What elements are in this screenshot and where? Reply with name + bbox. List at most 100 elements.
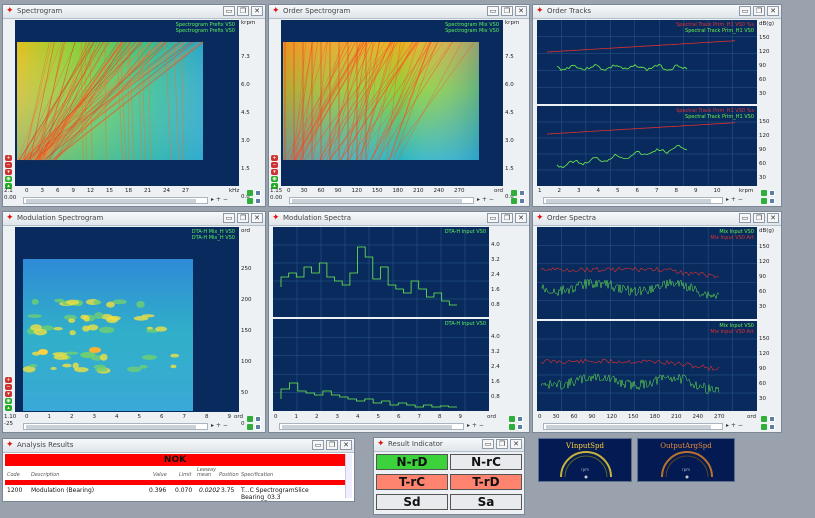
sync-icon[interactable] (247, 424, 253, 430)
horizontal-scrollbar[interactable] (23, 423, 208, 430)
sync-icon[interactable] (511, 198, 517, 204)
result-t-rd-button[interactable]: T-rD (450, 474, 522, 490)
restore-button[interactable]: ❐ (496, 439, 508, 449)
cursor-icon[interactable] (509, 416, 515, 422)
grid-icon[interactable] (769, 416, 775, 422)
restore-button[interactable]: ❐ (501, 213, 513, 223)
result-sd-button[interactable]: Sd (376, 494, 448, 510)
zoom-out-icon[interactable]: − (5, 162, 12, 168)
restore-button[interactable]: ❐ (237, 6, 249, 16)
cursor-icon[interactable] (761, 416, 767, 422)
table-icon[interactable] (517, 424, 523, 430)
close-button[interactable]: ✕ (767, 213, 779, 223)
order-tracks-bottom-plot[interactable]: Spectral Track Prim_H1 VS0 %s Spectral T… (537, 106, 757, 186)
minimize-button[interactable]: ▭ (487, 6, 499, 16)
close-button[interactable]: ✕ (340, 440, 352, 450)
scroll-thumb[interactable] (26, 425, 196, 429)
minimize-button[interactable]: ▭ (312, 440, 324, 450)
minimize-button[interactable]: ▭ (223, 213, 235, 223)
close-button[interactable]: ✕ (515, 213, 527, 223)
scroll-right-icon[interactable]: ▸ + − (467, 422, 484, 429)
table-icon[interactable] (255, 424, 261, 430)
restore-button[interactable]: ❐ (753, 6, 765, 16)
modulation-spectra-titlebar[interactable]: ✦ Modulation Spectra ▭ ❐ ✕ (269, 212, 529, 226)
restore-button[interactable]: ❐ (326, 440, 338, 450)
close-button[interactable]: ✕ (515, 6, 527, 16)
result-sa-button[interactable]: Sa (450, 494, 522, 510)
scroll-right-icon[interactable]: ▸ + − (477, 196, 494, 203)
modulation-spectrogram-plot[interactable]: DTA-H Mix_H VS0 DTA-H Mix_H VS0 (15, 227, 239, 412)
result-indicator-titlebar[interactable]: ✦ Result Indicator ▭ ❐ ✕ (374, 438, 524, 452)
cursor-icon[interactable] (511, 190, 517, 196)
horizontal-scrollbar[interactable] (289, 197, 474, 204)
minimize-button[interactable]: ▭ (482, 439, 494, 449)
fit-icon[interactable]: ◉ (5, 176, 12, 182)
sync-icon[interactable] (247, 198, 253, 204)
grid-icon[interactable] (519, 190, 525, 196)
scroll-thumb[interactable] (546, 199, 711, 203)
arrow-down-icon[interactable]: ▾ (271, 169, 278, 175)
order-spectra-titlebar[interactable]: ✦ Order Spectra ▭ ❐ ✕ (533, 212, 781, 226)
order-tracks-titlebar[interactable]: ✦ Order Tracks ▭ ❐ ✕ (533, 5, 781, 19)
minimize-button[interactable]: ▭ (223, 6, 235, 16)
modulation-spectrogram-titlebar[interactable]: ✦ Modulation Spectrogram ▭ ❐ ✕ (3, 212, 265, 226)
minimize-button[interactable]: ▭ (739, 213, 751, 223)
scroll-right-icon[interactable]: ▸ + − (726, 422, 743, 429)
close-button[interactable]: ✕ (767, 6, 779, 16)
table-icon[interactable] (769, 424, 775, 430)
sync-icon[interactable] (761, 424, 767, 430)
restore-button[interactable]: ❐ (237, 213, 249, 223)
vertical-scrollbar[interactable] (345, 454, 352, 498)
scroll-thumb[interactable] (282, 425, 452, 429)
grid-icon[interactable] (769, 190, 775, 196)
horizontal-scrollbar[interactable] (279, 423, 464, 430)
restore-button[interactable]: ❐ (501, 6, 513, 16)
table-icon[interactable] (255, 198, 261, 204)
arrow-up-icon[interactable]: ▴ (5, 405, 12, 411)
grid-icon[interactable] (517, 416, 523, 422)
zoom-in-icon[interactable]: + (5, 155, 12, 161)
close-button[interactable]: ✕ (251, 6, 263, 16)
table-icon[interactable] (519, 198, 525, 204)
arrow-down-icon[interactable]: ▾ (5, 169, 12, 175)
order-spectra-bottom-plot[interactable]: Mix Input VS0 Mix Input VS0 Art (537, 321, 757, 411)
arrow-down-icon[interactable]: ▾ (5, 391, 12, 397)
sync-icon[interactable] (509, 424, 515, 430)
horizontal-scrollbar[interactable] (543, 423, 723, 430)
restore-button[interactable]: ❐ (753, 213, 765, 223)
table-row[interactable]: 1200 Modulation (Bearing) 0.396 0.070 0.… (5, 486, 345, 501)
cursor-icon[interactable] (761, 190, 767, 196)
scroll-right-icon[interactable]: ▸ + − (211, 422, 228, 429)
result-t-rc-button[interactable]: T-rC (376, 474, 448, 490)
grid-icon[interactable] (255, 416, 261, 422)
result-n-rc-button[interactable]: N-rC (450, 454, 522, 470)
minimize-button[interactable]: ▭ (739, 6, 751, 16)
close-button[interactable]: ✕ (251, 213, 263, 223)
cursor-icon[interactable] (247, 416, 253, 422)
horizontal-scrollbar[interactable] (543, 197, 723, 204)
order-tracks-top-plot[interactable]: Spectral Track Prim_H1 VS0 %s Spectral T… (537, 20, 757, 104)
analysis-results-titlebar[interactable]: ✦ Analysis Results ▭ ❐ ✕ (3, 439, 354, 453)
horizontal-scrollbar[interactable] (23, 197, 208, 204)
zoom-out-icon[interactable]: − (271, 162, 278, 168)
table-icon[interactable] (769, 198, 775, 204)
sync-icon[interactable] (761, 198, 767, 204)
cursor-icon[interactable] (247, 190, 253, 196)
scroll-thumb[interactable] (546, 425, 711, 429)
modulation-spectra-top-plot[interactable]: DTA-H Input VS0 (273, 227, 489, 317)
spectrogram-plot[interactable]: Spectrogram Prefix VS0 Spectrogram Prefi… (15, 20, 239, 186)
zoom-in-icon[interactable]: + (271, 155, 278, 161)
minimize-button[interactable]: ▭ (487, 213, 499, 223)
zoom-out-icon[interactable]: − (5, 384, 12, 390)
fit-icon[interactable]: ◉ (5, 398, 12, 404)
fit-icon[interactable]: ◉ (271, 176, 278, 182)
scroll-right-icon[interactable]: ▸ + − (726, 196, 743, 203)
zoom-in-icon[interactable]: + (5, 377, 12, 383)
order-spectra-top-plot[interactable]: Mix Input VS0 Mix Input VS0 Art (537, 227, 757, 319)
close-button[interactable]: ✕ (510, 439, 522, 449)
scroll-thumb[interactable] (26, 199, 196, 203)
result-n-rd-button[interactable]: N-rD (376, 454, 448, 470)
order-spectrogram-plot[interactable]: Spectrogram Mix VS0 Spectrogram Mix VS0 (281, 20, 503, 186)
scroll-right-icon[interactable]: ▸ + − (211, 196, 228, 203)
scroll-thumb[interactable] (292, 199, 462, 203)
